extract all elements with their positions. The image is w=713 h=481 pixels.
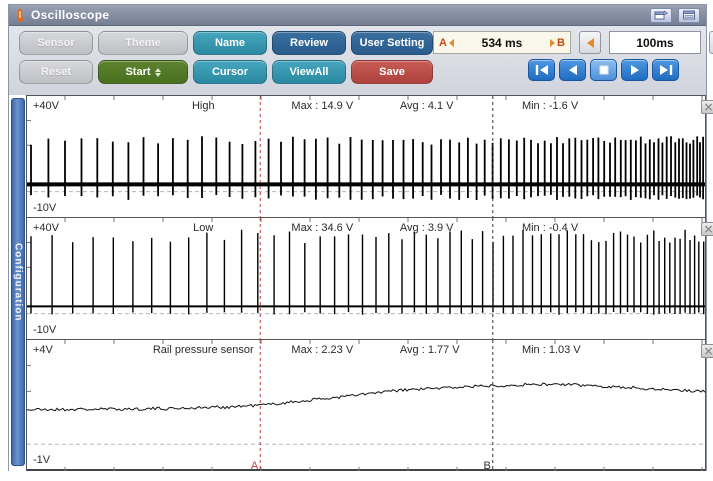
channel-panel: +40V Low Max : 34.6 V Avg : 3.9 V Min : … [27,218,705,340]
stop-button[interactable] [590,59,617,81]
skip-end-button[interactable] [652,59,679,81]
step-back-button[interactable] [559,59,586,81]
cursor-b-marker: B [483,460,490,472]
oscilloscope-window: Oscilloscope Sensor Theme Name Review User S… [8,4,707,471]
arrow-left-icon [449,39,454,47]
cursor-button[interactable]: Cursor [193,60,267,84]
waveform-plot[interactable] [27,218,705,339]
channel-panel: +40V High Max : 14.9 V Avg : 4.1 V Min :… [27,96,705,218]
titlebar[interactable]: Oscilloscope [9,5,706,26]
button-label: Reset [41,66,71,78]
app-icon [15,8,25,22]
close-channel-button[interactable]: × [701,344,713,358]
skip-start-icon [530,61,554,79]
button-label: Name [215,37,245,49]
waveform-plot[interactable] [27,96,705,217]
save-button[interactable]: Save [351,60,433,84]
screen: Oscilloscope Sensor Theme Name Review User S… [0,0,713,481]
cursor-a-label: A [439,37,447,49]
name-button[interactable]: Name [193,31,267,55]
toolbar: Sensor Theme Name Review User Setting Reset St… [9,26,706,95]
up-down-arrows-icon [155,68,161,77]
reset-button[interactable]: Reset [19,60,93,84]
button-label: Theme [125,37,160,49]
cursor-b-label: B [557,37,565,49]
channels-container: +40V High Max : 14.9 V Avg : 4.1 V Min :… [26,95,706,471]
ab-time-value: 534 ms [456,36,548,50]
button-label: ViewAll [290,66,329,78]
ab-time-display[interactable]: A 534 ms B [433,31,571,54]
button-label: Review [290,37,328,49]
close-channel-button[interactable]: × [701,100,713,114]
review-button[interactable]: Review [272,31,346,55]
configuration-tab-label: Configuration [13,243,24,322]
waveform-plot[interactable]: AB [27,340,705,472]
transport-bar [528,59,679,81]
stop-icon [592,61,616,79]
button-label: Start [125,66,150,78]
skip-end-icon [654,61,678,79]
maximize-window-icon[interactable] [678,8,700,23]
step-forward-button[interactable] [621,59,648,81]
triangle-left-icon [587,38,594,48]
close-channel-button[interactable]: × [701,222,713,236]
skip-start-button[interactable] [528,59,555,81]
channel-panel: AB +4V Rail pressure sensor Max : 2.23 V… [27,340,705,472]
button-label: Save [379,66,405,78]
timebase-decrease-button[interactable] [579,31,601,54]
arrow-right-icon [550,39,555,47]
window-title: Oscilloscope [31,8,109,22]
timebase-value[interactable]: 100ms [609,31,701,54]
configuration-tab[interactable]: Configuration [11,98,25,466]
restore-window-icon[interactable] [650,8,672,23]
sensor-button[interactable]: Sensor [19,31,93,55]
button-label: User Setting [360,37,425,49]
start-button[interactable]: Start [98,60,188,84]
timebase-increase-button[interactable] [709,31,713,54]
playback-controls: A 534 ms B 100ms [433,31,713,81]
cursor-a-marker: A [251,460,259,472]
scope-area: Configuration +40V High Max : 14.9 V Avg… [9,95,706,471]
step-back-icon [561,61,585,79]
step-forward-icon [623,61,647,79]
user-setting-button[interactable]: User Setting [351,31,433,55]
button-label: Sensor [37,37,74,49]
button-label: Cursor [212,66,248,78]
viewall-button[interactable]: ViewAll [272,60,346,84]
toolbar-buttons: Sensor Theme Name Review User Setting Reset St… [19,31,433,84]
theme-button[interactable]: Theme [98,31,188,55]
